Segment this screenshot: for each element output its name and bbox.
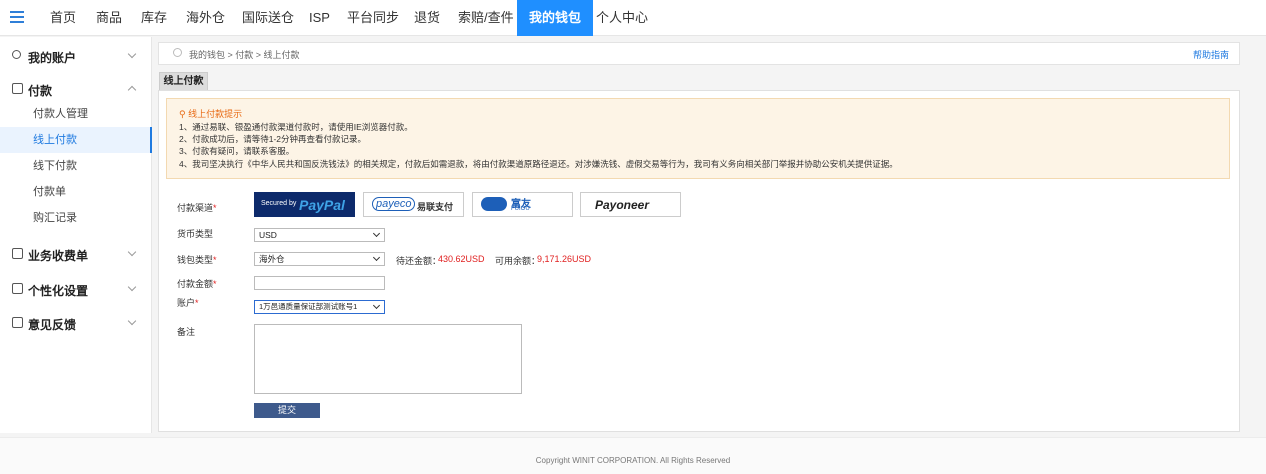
nav-returns[interactable]: 退货 [414, 0, 440, 36]
location-icon [173, 48, 182, 57]
chevron-down-icon [372, 253, 381, 262]
paypal-prefix: Secured by [261, 200, 297, 207]
chevron-down-icon [127, 316, 137, 326]
sidebar-item-payment-orders[interactable]: 付款单 [0, 179, 152, 205]
nav-home[interactable]: 首页 [50, 0, 76, 36]
breadcrumb-text: 我的钱包 > 付款 > 线上付款 [189, 50, 300, 60]
tab-online-payment[interactable]: 线上付款 [159, 72, 208, 90]
wallet-label: 钱包类型* [177, 255, 217, 265]
nav-my-wallet[interactable]: 我的钱包 [517, 0, 594, 36]
amount-label-text: 付款金额 [177, 279, 214, 289]
wallet-value: 海外仓 [259, 254, 285, 264]
submit-button[interactable]: 提交 [254, 403, 320, 418]
wallet-label-text: 钱包类型 [177, 255, 214, 265]
breadcrumb: 我的钱包 > 付款 > 线上付款 帮助指南 [158, 42, 1240, 65]
sidebar-group-label: 付款 [28, 84, 53, 98]
sidebar-group-label: 业务收费单 [28, 249, 89, 263]
pending-label: 待还金额： [396, 256, 442, 266]
notice-line: 2、付款成功后，请等待1-2分钟再查看付款记录。 [179, 134, 367, 144]
notice-line: 3、付款有疑问，请联系客服。 [179, 146, 295, 156]
currency-value: USD [259, 230, 277, 240]
sidebar-group-feedback[interactable]: 意见反馈 [0, 309, 152, 339]
nav-platform-sync[interactable]: 平台同步 [347, 0, 399, 36]
notice-line: 1、通过易联、银盈通付款渠道付款时，请使用IE浏览器付款。 [179, 122, 413, 132]
sidebar-group-label: 个性化设置 [28, 284, 89, 298]
sidebar-item-online-payment[interactable]: 线上付款 [0, 127, 152, 153]
sidebar-group-personalization[interactable]: 个性化设置 [0, 275, 152, 305]
chart-icon [12, 83, 23, 94]
sidebar-group-business-bills[interactable]: 业务收费单 [0, 240, 152, 270]
sidebar-group-label: 意见反馈 [28, 318, 77, 332]
payeco-option[interactable]: payeco 易联支付 [363, 192, 464, 217]
payoneer-logo: Payoneer [595, 198, 650, 212]
chevron-down-icon [372, 229, 381, 238]
home-icon [12, 283, 23, 294]
chevron-down-icon [127, 49, 137, 59]
currency-select[interactable]: USD [254, 228, 385, 242]
chevron-down-icon [372, 301, 381, 310]
nav-personal-center[interactable]: 个人中心 [596, 0, 648, 36]
copyright-text: Copyright WINIT CORPORATION. All Rights … [535, 456, 731, 465]
channel-label: 付款渠道* [177, 203, 217, 213]
plus-box-icon [12, 248, 23, 259]
document-icon [12, 317, 23, 328]
payoneer-option[interactable]: Payoneer [580, 192, 681, 217]
channel-label-text: 付款渠道 [177, 203, 214, 213]
nav-intl-shipping[interactable]: 国际送仓 [242, 0, 294, 36]
payeco-logo: payeco [372, 197, 416, 211]
nav-overseas-warehouse[interactable]: 海外仓 [186, 0, 225, 36]
chevron-down-icon [127, 247, 137, 257]
wallet-select[interactable]: 海外仓 [254, 252, 385, 266]
balance-label: 可用余额： [495, 256, 541, 266]
balance-amount: 9,171.26USD [537, 254, 592, 264]
remark-textarea[interactable] [254, 324, 522, 394]
notice-title: ⚲ 线上付款提示 [179, 109, 243, 119]
pending-amount: 430.62USD [438, 254, 485, 264]
menu-icon[interactable] [10, 11, 24, 25]
paypal-logo: PayPal [299, 197, 345, 213]
sidebar-group-label: 我的账户 [28, 51, 77, 65]
payeco-name: 易联支付 [417, 202, 454, 212]
amount-input[interactable] [254, 276, 385, 290]
user-icon [12, 50, 21, 59]
sidebar-group-my-account[interactable]: 我的账户 [0, 42, 152, 72]
top-nav: 首页 商品 库存 海外仓 国际送仓 ISP 平台同步 退货 索赔/查件 我的钱包… [0, 0, 1266, 36]
payment-notice: ⚲ 线上付款提示 1、通过易联、银盈通付款渠道付款时，请使用IE浏览器付款。 2… [166, 98, 1230, 179]
nav-claims[interactable]: 索赔/查件 [458, 0, 514, 36]
nav-products[interactable]: 商品 [96, 0, 122, 36]
nav-inventory[interactable]: 库存 [141, 0, 167, 36]
account-select[interactable]: 1万邑通质量保证部测试账号1 [254, 300, 385, 314]
fuiou-name-en: FUIOU [511, 206, 530, 212]
remark-label: 备注 [177, 327, 196, 337]
account-label: 账户* [177, 298, 199, 308]
amount-label: 付款金额* [177, 279, 217, 289]
account-value: 1万邑通质量保证部测试账号1 [259, 302, 358, 311]
help-guide-link[interactable]: 帮助指南 [1193, 48, 1229, 61]
footer: Copyright WINIT CORPORATION. All Rights … [0, 437, 1266, 474]
nav-isp[interactable]: ISP [309, 0, 330, 36]
sidebar-item-payer-management[interactable]: 付款人管理 [0, 101, 152, 127]
sidebar-item-offline-payment[interactable]: 线下付款 [0, 153, 152, 179]
chevron-down-icon [127, 282, 137, 292]
sidebar-item-fx-records[interactable]: 购汇记录 [0, 205, 152, 231]
fuiou-logo-icon [481, 197, 507, 211]
currency-label: 货币类型 [177, 229, 214, 239]
chevron-up-icon [127, 85, 137, 95]
fuiou-option[interactable]: 富友 FUIOU [472, 192, 573, 217]
paypal-option[interactable]: Secured by PayPal [254, 192, 355, 217]
sidebar: 我的账户 付款 付款人管理 线上付款 线下付款 付款单 购汇记录 业务收费单 个… [0, 37, 152, 433]
notice-title-text: 线上付款提示 [188, 109, 243, 119]
notice-line: 4、我司坚决执行《中华人民共和国反洗钱法》的相关规定，付款后如需退款，将由付款渠… [179, 159, 898, 169]
account-label-text: 账户 [177, 298, 196, 308]
